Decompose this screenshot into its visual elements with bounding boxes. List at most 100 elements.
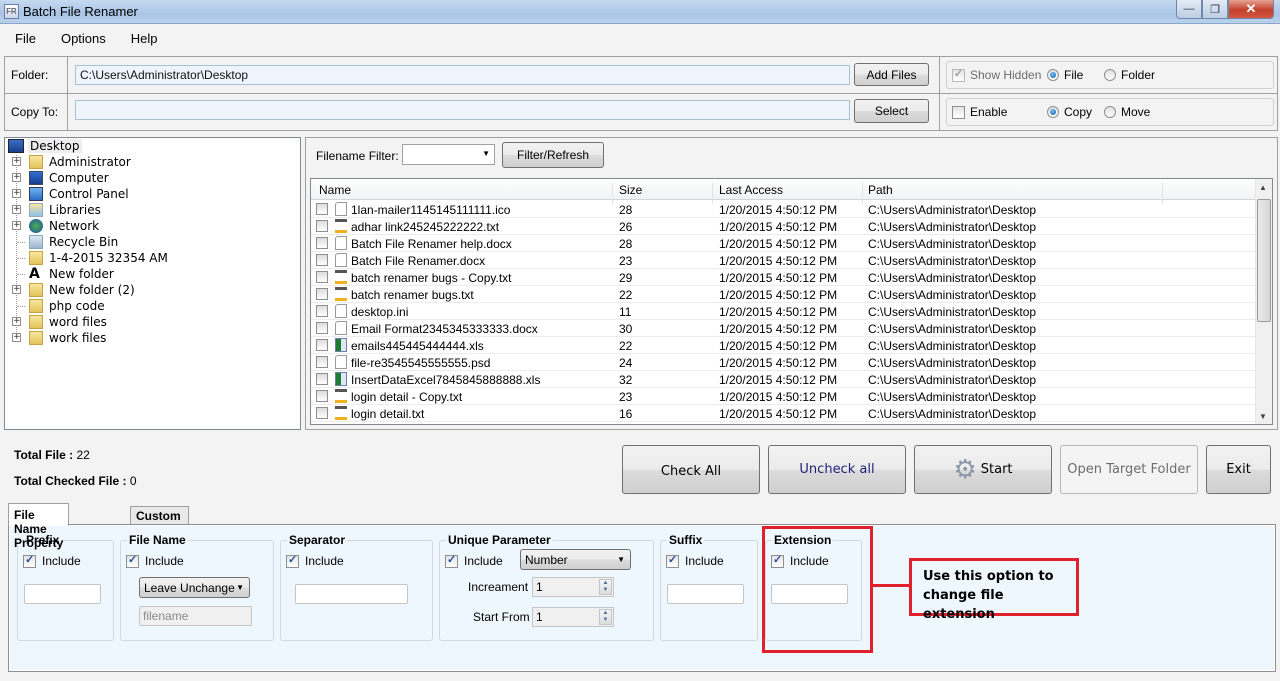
file-radio[interactable]: File bbox=[1047, 68, 1083, 82]
separator-include-checkbox[interactable]: Include bbox=[286, 553, 344, 568]
tree-item[interactable]: + Control Panel bbox=[12, 186, 129, 202]
check-all-button[interactable]: Check All bbox=[622, 445, 760, 494]
tree-item[interactable]: php code bbox=[17, 298, 105, 314]
exit-button[interactable]: Exit bbox=[1206, 445, 1271, 494]
row-checkbox[interactable] bbox=[316, 288, 328, 300]
expand-icon[interactable]: + bbox=[12, 317, 21, 326]
expand-icon[interactable]: + bbox=[12, 189, 21, 198]
file-name-include-checkbox[interactable]: Include bbox=[126, 553, 184, 568]
expand-icon[interactable]: + bbox=[12, 173, 21, 182]
close-button[interactable]: ✕ bbox=[1228, 0, 1274, 19]
scroll-thumb[interactable] bbox=[1257, 199, 1271, 322]
row-checkbox[interactable] bbox=[316, 271, 328, 283]
row-checkbox[interactable] bbox=[316, 322, 328, 334]
add-files-button[interactable]: Add Files bbox=[854, 63, 929, 86]
folder-input[interactable]: C:\Users\Administrator\Desktop bbox=[75, 65, 850, 85]
column-path[interactable]: Path bbox=[868, 183, 893, 197]
uncheck-all-button[interactable]: Uncheck all bbox=[768, 445, 906, 494]
folder-tree[interactable]: Desktop + Administrator + Computer + Control … bbox=[4, 137, 301, 430]
column-size[interactable]: Size bbox=[619, 183, 642, 197]
show-hidden-checkbox[interactable]: Show Hidden bbox=[952, 67, 1041, 82]
table-row[interactable]: adhar link245245222222.txt 26 1/20/2015 4:… bbox=[311, 218, 1256, 235]
suffix-input[interactable] bbox=[667, 584, 744, 604]
scroll-up-icon[interactable]: ▲ bbox=[1259, 183, 1267, 192]
tree-item[interactable]: + Libraries bbox=[12, 202, 101, 218]
filename-input[interactable]: filename bbox=[139, 606, 252, 626]
tree-item[interactable]: + Computer bbox=[12, 170, 109, 186]
filter-refresh-button[interactable]: Filter/Refresh bbox=[502, 142, 604, 168]
tree-item[interactable]: + word files bbox=[12, 314, 107, 330]
tree-item[interactable]: + Network bbox=[12, 218, 99, 234]
table-row[interactable]: desktop.ini 11 1/20/2015 4:50:12 PM C:\User… bbox=[311, 303, 1256, 320]
separator-title: Separator bbox=[287, 533, 348, 547]
folder-radio[interactable]: Folder bbox=[1104, 68, 1155, 82]
select-button[interactable]: Select bbox=[854, 99, 929, 123]
row-checkbox[interactable] bbox=[316, 407, 328, 419]
table-row[interactable]: login detail - Copy.txt 23 1/20/2015 4:50:… bbox=[311, 388, 1256, 405]
menu-file[interactable]: File bbox=[12, 31, 39, 46]
table-row[interactable]: 1lan-mailer1145145111111.ico 28 1/20/2015 … bbox=[311, 201, 1256, 218]
file-grid[interactable]: Name Size Last Access Path 1lan-mailer11… bbox=[310, 178, 1273, 425]
copy-to-input[interactable] bbox=[75, 100, 850, 120]
restore-button[interactable]: ❐ bbox=[1202, 0, 1228, 19]
prefix-input[interactable] bbox=[24, 584, 101, 604]
table-row[interactable]: Email Format2345345333333.docx 30 1/20/201… bbox=[311, 320, 1256, 337]
cell-access: 1/20/2015 4:50:12 PM bbox=[719, 237, 838, 251]
filename-filter-combo[interactable]: ▼ bbox=[402, 144, 495, 165]
menu-options[interactable]: Options bbox=[58, 31, 109, 46]
vertical-scrollbar[interactable]: ▲ ▼ bbox=[1255, 179, 1272, 424]
tree-item[interactable]: Recycle Bin bbox=[17, 234, 118, 250]
tab-file-name-property[interactable]: File Name Property bbox=[8, 503, 70, 550]
unique-type-select[interactable]: Number ▼ bbox=[520, 549, 631, 570]
row-checkbox[interactable] bbox=[316, 237, 328, 249]
table-row[interactable]: login detail.txt 16 1/20/2015 4:50:12 PM C:… bbox=[311, 405, 1256, 422]
row-checkbox[interactable] bbox=[316, 339, 328, 351]
tree-item[interactable]: A New folder bbox=[17, 266, 114, 282]
suffix-include-checkbox[interactable]: Include bbox=[666, 553, 724, 568]
increment-label: Increament bbox=[468, 580, 529, 594]
column-last-access[interactable]: Last Access bbox=[719, 183, 783, 197]
expand-icon[interactable]: + bbox=[12, 221, 21, 230]
expand-icon[interactable]: + bbox=[12, 285, 21, 294]
start-button[interactable]: ⚙ Start bbox=[914, 445, 1052, 494]
row-checkbox[interactable] bbox=[316, 305, 328, 317]
tree-item[interactable]: 1-4-2015 32354 AM bbox=[17, 250, 168, 266]
increment-spinner[interactable]: 1 ▲ ▼ bbox=[532, 577, 614, 597]
tree-item[interactable]: + work files bbox=[12, 330, 106, 346]
tab-custom-rename[interactable]: Custom Rename bbox=[130, 506, 189, 537]
cell-path: C:\Users\Administrator\Desktop bbox=[868, 288, 1037, 302]
expand-icon[interactable]: + bbox=[12, 205, 21, 214]
separator-input[interactable] bbox=[295, 584, 408, 604]
table-row[interactable]: file-re3545545555555.psd 24 1/20/2015 4:50… bbox=[311, 354, 1256, 371]
scroll-down-icon[interactable]: ▼ bbox=[1259, 412, 1267, 421]
minimize-button[interactable]: — bbox=[1176, 0, 1202, 19]
row-checkbox[interactable] bbox=[316, 203, 328, 215]
row-checkbox[interactable] bbox=[316, 220, 328, 232]
start-from-spinner[interactable]: 1 ▲ ▼ bbox=[532, 607, 614, 627]
expand-icon[interactable]: + bbox=[12, 333, 21, 342]
tree-item[interactable]: + New folder (2) bbox=[12, 282, 135, 298]
expand-icon[interactable]: + bbox=[12, 157, 21, 166]
table-row[interactable]: emails445445444444.xls 22 1/20/2015 4:50:1… bbox=[311, 337, 1256, 354]
table-row[interactable]: batch renamer bugs.txt 22 1/20/2015 4:50:1… bbox=[311, 286, 1256, 303]
cell-access: 1/20/2015 4:50:12 PM bbox=[719, 254, 838, 268]
table-row[interactable]: Batch File Renamer.docx 23 1/20/2015 4:50:… bbox=[311, 252, 1256, 269]
table-row[interactable]: InsertDataExcel7845845888888.xls 32 1/20/2… bbox=[311, 371, 1256, 388]
row-checkbox[interactable] bbox=[316, 390, 328, 402]
prefix-include-checkbox[interactable]: Include bbox=[23, 553, 81, 568]
row-checkbox[interactable] bbox=[316, 356, 328, 368]
table-row[interactable]: batch renamer bugs - Copy.txt 29 1/20/2015… bbox=[311, 269, 1256, 286]
copy-radio[interactable]: Copy bbox=[1047, 105, 1092, 119]
row-checkbox[interactable] bbox=[316, 254, 328, 266]
file-name-mode-select[interactable]: Leave Unchange ▼ bbox=[139, 577, 250, 598]
table-row[interactable]: Batch File Renamer help.docx 28 1/20/2015 … bbox=[311, 235, 1256, 252]
tree-item[interactable]: + Administrator bbox=[12, 154, 131, 170]
tree-root-desktop[interactable]: Desktop bbox=[8, 138, 82, 154]
column-name[interactable]: Name bbox=[319, 183, 351, 197]
unique-include-checkbox[interactable]: Include bbox=[445, 553, 503, 568]
row-checkbox[interactable] bbox=[316, 373, 328, 385]
move-radio[interactable]: Move bbox=[1104, 105, 1150, 119]
open-target-folder-button[interactable]: Open Target Folder bbox=[1060, 445, 1198, 494]
enable-checkbox[interactable]: Enable bbox=[952, 105, 1007, 119]
menu-help[interactable]: Help bbox=[128, 31, 161, 46]
